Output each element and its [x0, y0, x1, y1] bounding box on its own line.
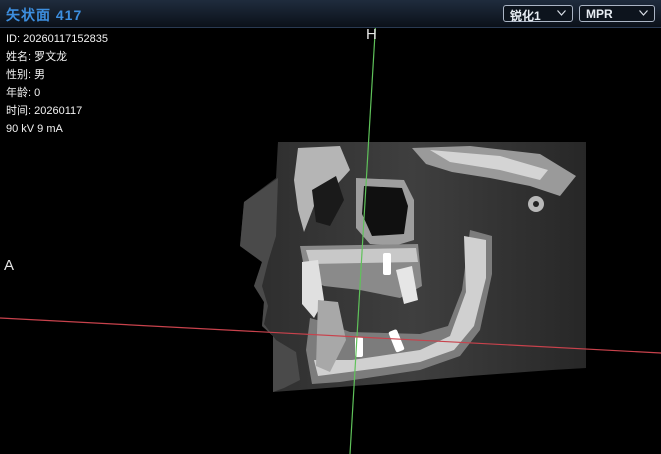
view-mode-dropdown[interactable]: MPR [579, 5, 655, 22]
orientation-marker-top: H [366, 26, 377, 43]
chevron-down-icon [639, 10, 648, 16]
mpr-sagittal-viewport[interactable]: 矢状面 417 锐化1 MPR ID: 20260117152835 姓名: 罗… [0, 0, 661, 454]
viewport-header: 矢状面 417 锐化1 MPR [0, 0, 661, 28]
patient-name: 姓名: 罗文龙 [6, 51, 68, 63]
chevron-down-icon [557, 10, 566, 16]
sharpen-dropdown-value: 锐化1 [510, 9, 541, 23]
patient-info-overlay: ID: 20260117152835 姓名: 罗文龙 性别: 男 年龄: 0 时… [6, 30, 108, 138]
scan-time: 时间: 20260117 [6, 105, 83, 117]
view-mode-dropdown-value: MPR [586, 7, 613, 21]
patient-age: 年龄: 0 [6, 87, 41, 99]
orientation-marker-left: A [4, 257, 15, 274]
view-title: 矢状面 417 [6, 7, 83, 23]
patient-sex: 性别: 男 [6, 69, 46, 81]
scan-volume [240, 142, 586, 392]
patient-id: ID: 20260117152835 [6, 33, 108, 45]
sharpen-dropdown[interactable]: 锐化1 [503, 5, 573, 23]
exposure-params: 90 kV 9 mA [6, 123, 63, 135]
